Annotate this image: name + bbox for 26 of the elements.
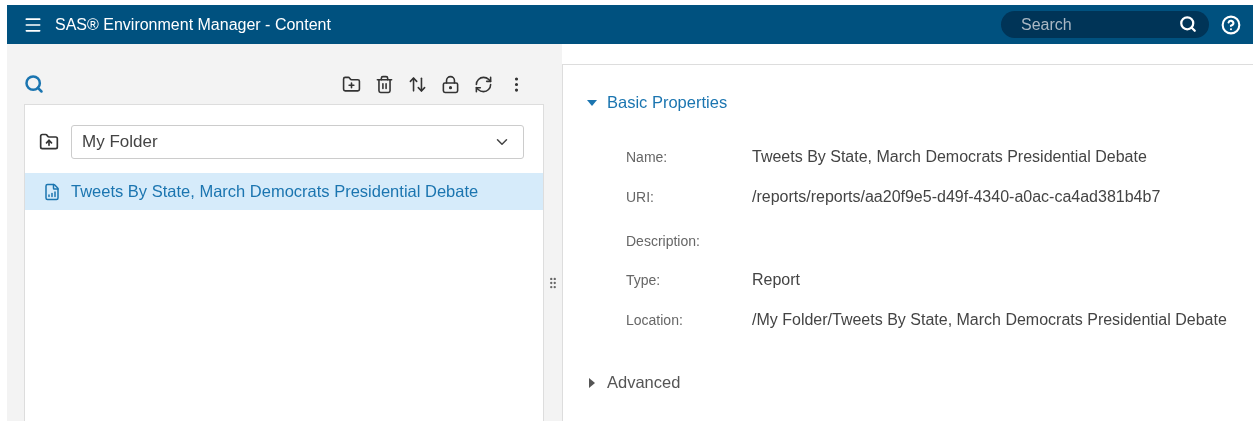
lock-icon[interactable] bbox=[441, 74, 460, 94]
folder-up-icon[interactable] bbox=[39, 132, 59, 152]
search-icon[interactable] bbox=[1179, 15, 1197, 33]
property-value: /My Folder/Tweets By State, March Democrats Presidential Debate bbox=[752, 311, 1228, 329]
property-value: /reports/reports/aa20f9e5-d49f-4340-a0ac-ca4ad381b4b7 bbox=[752, 188, 1162, 206]
caret-down-icon bbox=[587, 97, 597, 108]
report-icon bbox=[43, 182, 61, 201]
property-value: Tweets By State, March Democrats Presidential Debate bbox=[752, 148, 1148, 166]
sort-icon[interactable] bbox=[408, 74, 427, 94]
folder-plus-icon[interactable] bbox=[342, 74, 361, 94]
content-item[interactable]: Tweets By State, March Democrats Presidential Debate bbox=[25, 173, 543, 210]
property-label: URI: bbox=[626, 189, 655, 205]
property-value: Report bbox=[752, 271, 802, 289]
caret-right-icon bbox=[587, 377, 597, 388]
section-header[interactable]: Basic Properties bbox=[587, 93, 1253, 112]
property-label: Description: bbox=[626, 233, 701, 249]
folder-select[interactable]: My Folder bbox=[71, 125, 524, 159]
trash-icon[interactable] bbox=[375, 74, 394, 94]
search-field[interactable]: Search bbox=[1001, 11, 1209, 38]
property-label: Name: bbox=[626, 149, 669, 165]
help-icon[interactable] bbox=[1221, 14, 1241, 35]
refresh-icon[interactable] bbox=[474, 74, 493, 94]
property-label: Location: bbox=[626, 312, 684, 328]
section-header[interactable]: Advanced bbox=[587, 373, 1253, 392]
app-title: SAS® Environment Manager - Content bbox=[55, 15, 332, 34]
property-label: Type: bbox=[626, 272, 662, 288]
